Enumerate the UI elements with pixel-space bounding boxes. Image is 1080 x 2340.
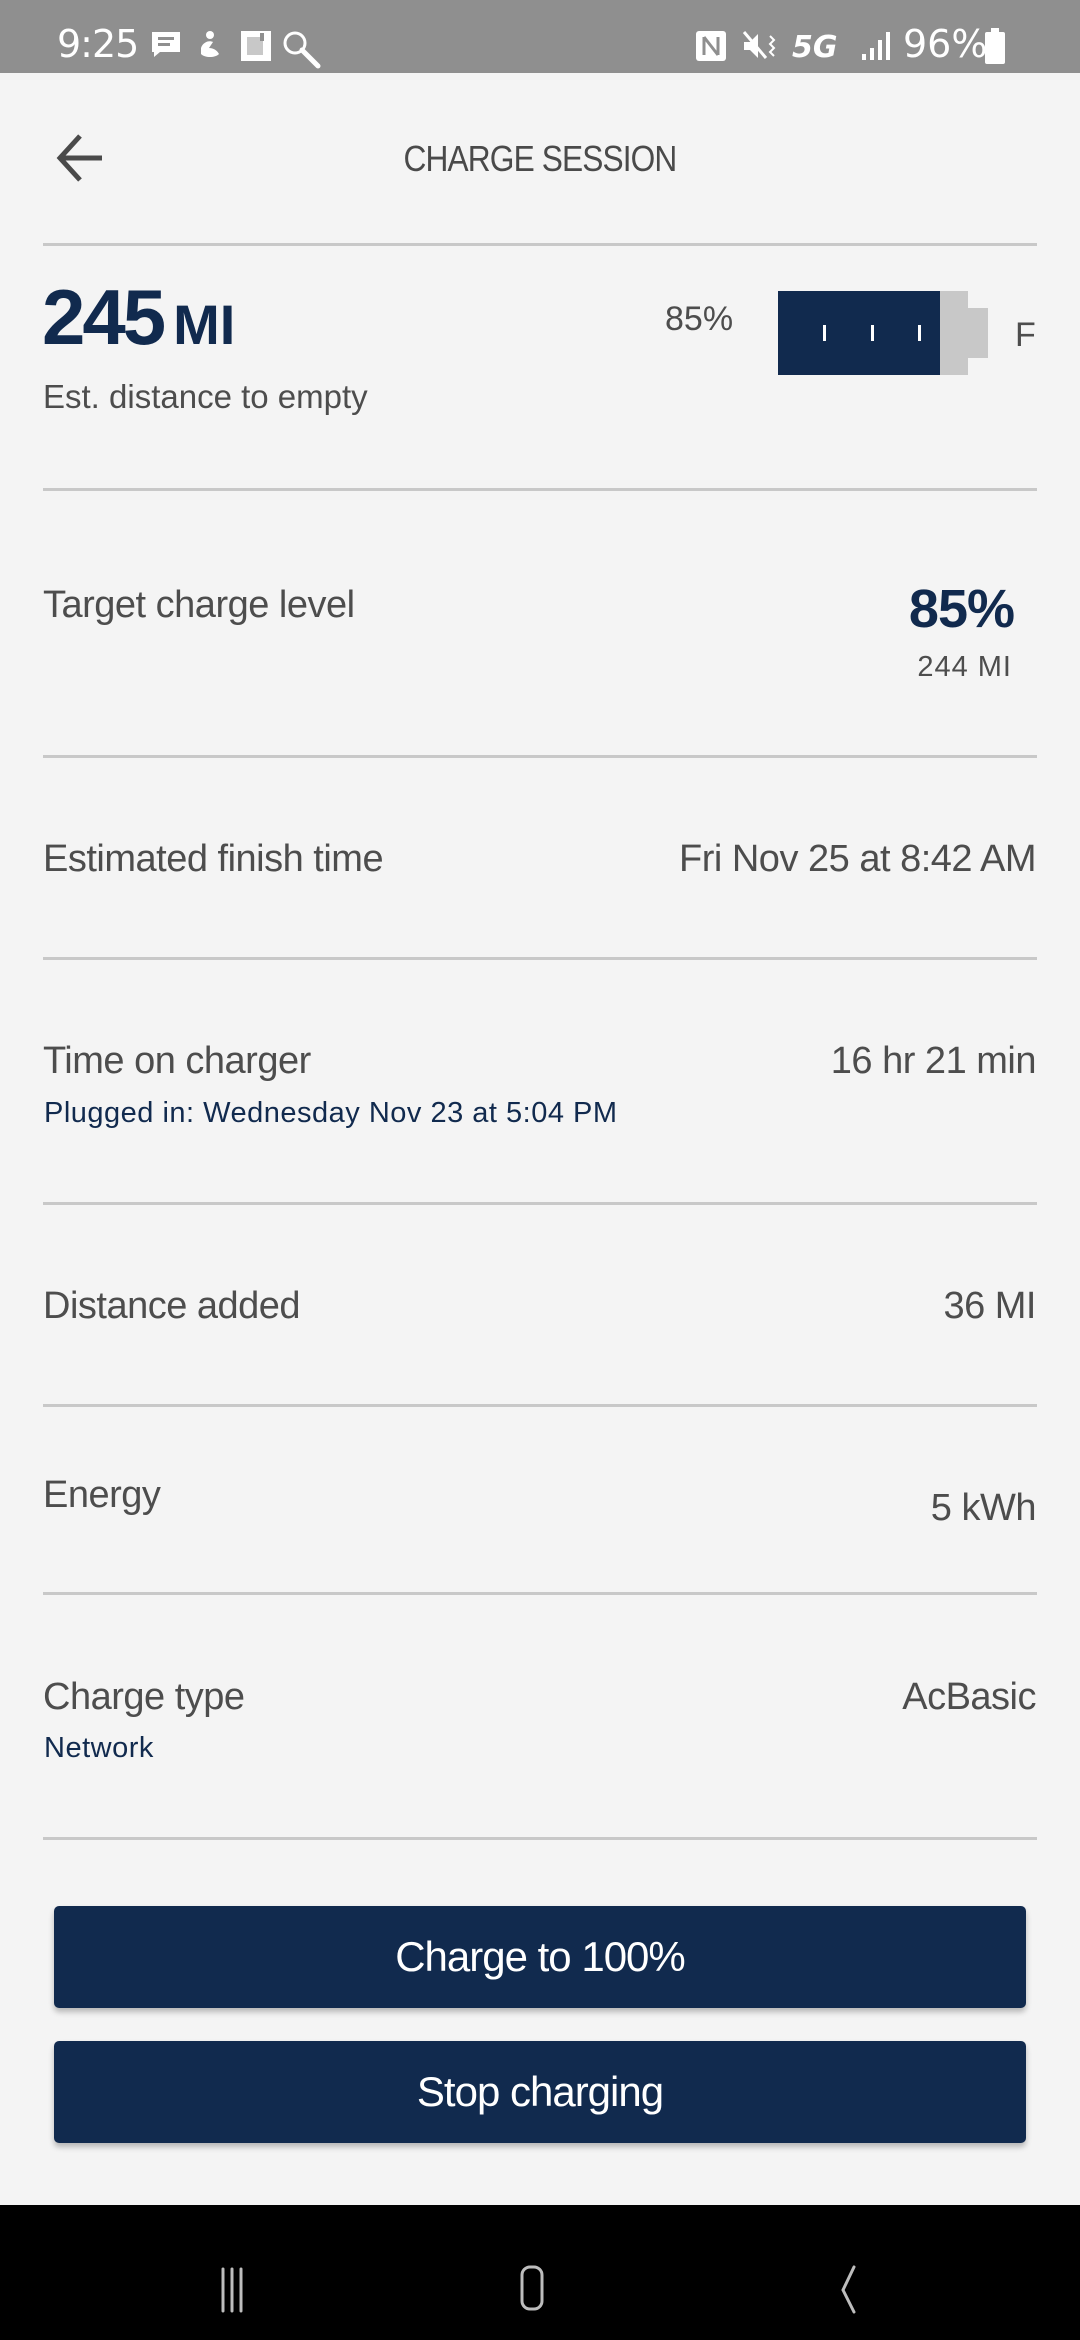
home-button[interactable] [512,2255,572,2315]
battery-level-text: 85% [665,300,734,338]
range-unit: MI [173,293,236,356]
distance-added-value: 36 MI [943,1285,1036,1327]
battery-tick [871,325,874,341]
battery-percent: 96% [903,22,988,66]
stop-charging-button[interactable]: Stop charging [54,2041,1026,2143]
time-on-charger-label: Time on charger [43,1040,311,1082]
plugged-in-time: Plugged in: Wednesday Nov 23 at 5:04 PM [44,1097,618,1129]
key-search-icon [283,31,321,69]
range-label: Est. distance to empty [43,378,368,415]
charge-type-label: Charge type [43,1676,245,1718]
divider [43,1202,1037,1205]
finish-time-value: Fri Nov 25 at 8:42 AM [679,838,1037,880]
divider [43,488,1037,491]
distance-added-label: Distance added [43,1285,301,1327]
recents-button[interactable] [212,2255,272,2315]
battery-gauge [778,291,988,375]
battery-icon [985,28,1005,64]
battery-full-label: F [1015,316,1036,354]
charge-type-value: AcBasic [902,1676,1036,1718]
finish-time-label: Estimated finish time [43,838,384,880]
divider [43,1837,1037,1840]
target-charge-label: Target charge level [43,584,355,626]
vibrate-mute-icon [742,31,776,59]
battery-cap [967,308,988,358]
battery-tick [823,325,826,341]
charge-to-100-button[interactable]: Charge to 100% [54,1906,1026,2008]
target-charge-range: 244 MI [917,651,1012,683]
divider [43,755,1037,758]
messages-icon [152,32,180,57]
divider [43,1404,1037,1407]
range-value: 245 MI [42,272,235,363]
recents-icon [221,2267,243,2313]
back-icon [841,2265,856,2314]
battery-fill [778,291,940,375]
charge-type-network: Network [44,1732,154,1764]
page-title: CHARGE SESSION [403,138,678,179]
divider [43,957,1037,960]
energy-value: 5 kWh [930,1487,1037,1529]
system-navigation-bar [0,2205,1080,2340]
nav-back-button[interactable] [820,2255,880,2315]
5g-icon: 5G [792,30,838,65]
clipboard-icon [241,31,271,61]
accessibility-person-icon [201,31,219,57]
target-charge-value: 85% [908,579,1015,639]
range-number: 245 [42,273,166,361]
signal-bars-icon [862,32,890,60]
status-bar: 9:25 5G 96% [0,0,1080,73]
divider [43,1592,1037,1595]
nfc-icon [696,31,726,61]
home-icon [520,2265,544,2311]
battery-tick [918,325,921,341]
energy-label: Energy [43,1474,161,1516]
time-on-charger-value: 16 hr 21 min [830,1040,1037,1082]
status-time: 9:25 [57,22,139,66]
divider [43,243,1037,246]
